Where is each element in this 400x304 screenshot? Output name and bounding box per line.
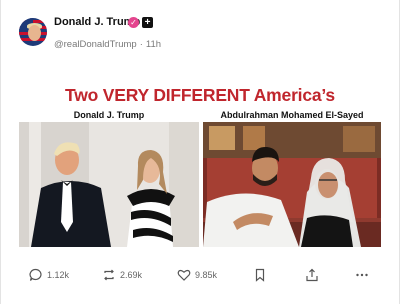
bookmark-icon	[255, 268, 265, 282]
avatar-face	[28, 25, 41, 41]
heart-icon	[177, 269, 191, 281]
reply-button[interactable]: 1.12k	[29, 268, 69, 282]
repost-icon	[104, 269, 114, 281]
bookmark-button[interactable]	[253, 268, 267, 282]
more-options-button[interactable]	[355, 268, 369, 282]
share-icon	[306, 268, 318, 282]
like-count: 9.85k	[195, 270, 218, 280]
author-handle[interactable]: @realDonaldTrump	[54, 39, 137, 50]
action-bar: 1.12k 2.69k 9.85k	[1, 264, 400, 288]
repost-button[interactable]: 2.69k	[102, 268, 142, 282]
comment-icon	[29, 268, 42, 281]
right-photo-illustration	[203, 122, 381, 247]
handle-line: @realDonaldTrump · 11h	[54, 39, 161, 50]
post-card: Donald J. Trump ✓ + @realDonaldTrump · 11h…	[0, 0, 400, 304]
verified-icon: ✓	[128, 17, 139, 28]
left-photo-illustration	[19, 122, 199, 247]
affiliate-badge-icon: +	[142, 17, 153, 28]
right-photo-label: Abdulrahman Mohamed El-Sayed	[220, 110, 364, 120]
image-headline: Two VERY DIFFERENT America’s	[65, 85, 335, 105]
more-dots-icon	[356, 273, 368, 277]
separator: ·	[139, 39, 143, 50]
right-photo	[203, 122, 381, 247]
left-photo-label: Donald J. Trump	[73, 110, 145, 120]
avatar[interactable]	[19, 18, 47, 46]
reply-count: 1.12k	[47, 270, 70, 280]
post-image[interactable]: Two VERY DIFFERENT America’s Donald J. T…	[19, 79, 381, 247]
repost-count: 2.69k	[120, 270, 143, 280]
post-timestamp[interactable]: 11h	[146, 39, 161, 50]
like-button[interactable]: 9.85k	[177, 268, 217, 282]
share-button[interactable]	[305, 268, 319, 282]
left-photo	[19, 122, 199, 247]
